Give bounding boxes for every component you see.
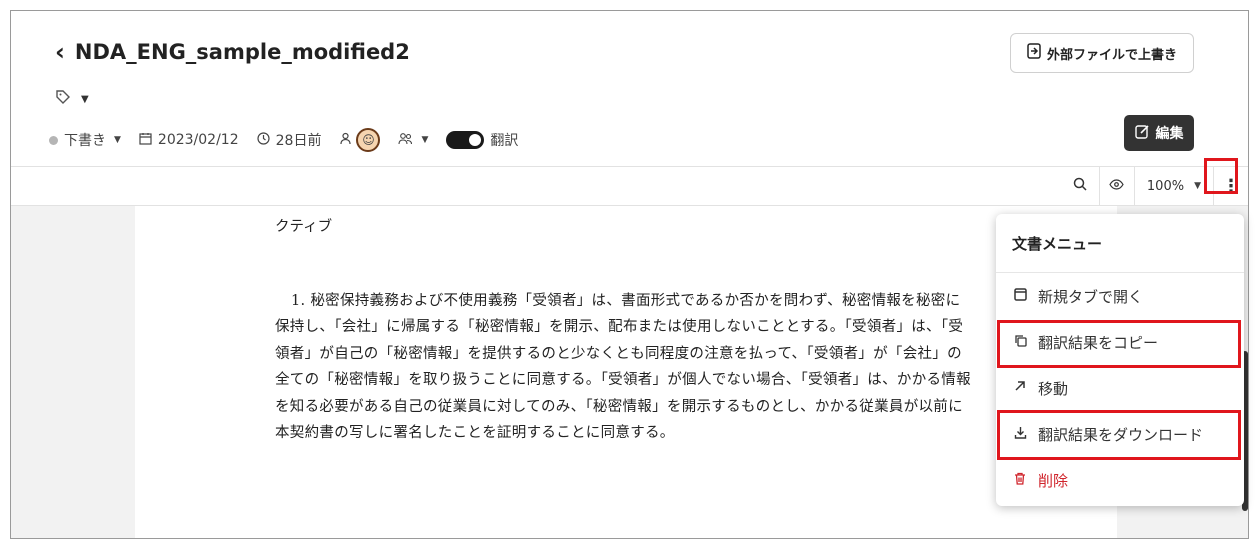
back-link[interactable]: ‹ NDA_ENG_sample_modified2 — [55, 39, 410, 65]
translate-toggle[interactable]: 翻訳 — [446, 130, 518, 150]
menu-item-open-new-tab[interactable]: 新規タブで開く — [996, 273, 1244, 319]
tag-selector[interactable]: ▼ — [55, 89, 89, 109]
owner-info[interactable]: ☺ — [339, 128, 381, 152]
clause-paragraph: 1. 秘密保持義務および不使用義務「受領者」は、書面形式であるか否かを問わず、秘… — [275, 292, 971, 442]
status-label: 下書き — [64, 133, 106, 149]
shared-users-selector[interactable]: ▼ — [398, 132, 428, 149]
status-dot-icon — [49, 135, 58, 145]
date-info: 2023/02/12 — [139, 132, 239, 149]
overwrite-label: 外部ファイルで上書き — [1046, 47, 1177, 63]
toggle-switch[interactable] — [446, 131, 485, 149]
relative-time-value: 28日前 — [275, 133, 322, 149]
clock-icon — [257, 131, 270, 149]
edit-button[interactable]: 編集 — [1124, 115, 1194, 151]
menu-item-label: 移動 — [1038, 379, 1069, 398]
file-import-icon — [1027, 43, 1041, 63]
tag-icon — [55, 89, 71, 109]
menu-item-label: 新規タブで開く — [1038, 287, 1144, 306]
new-tab-icon — [1014, 287, 1032, 305]
caret-down-icon: ▼ — [114, 135, 121, 145]
highlight-box-download-item — [997, 410, 1241, 460]
edit-label: 編集 — [1155, 126, 1184, 142]
chevron-left-icon[interactable]: ‹ — [55, 39, 65, 65]
document-header: ‹ NDA_ENG_sample_modified2 外部ファイルで上書き ▼ … — [11, 11, 1248, 167]
zoom-selector[interactable]: 100% ▼ — [1133, 167, 1213, 205]
caret-down-icon: ▼ — [421, 135, 429, 145]
avatar[interactable]: ☺ — [356, 128, 381, 152]
menu-item-move[interactable]: 移動 — [996, 365, 1244, 411]
person-icon — [339, 132, 352, 149]
trash-icon — [1014, 472, 1032, 489]
eye-icon — [1109, 178, 1125, 194]
overwrite-with-external-file-button[interactable]: 外部ファイルで上書き — [1009, 33, 1194, 73]
menu-item-label: 削除 — [1038, 471, 1069, 490]
translate-toggle-label: 翻訳 — [490, 133, 519, 149]
document-meta-row: 下書き ▼ 2023/02/12 28日前 ☺ ▼ 翻訳 — [49, 128, 536, 152]
heading-fragment: クティブ — [275, 219, 333, 235]
menu-item-delete[interactable]: 削除 — [996, 457, 1244, 503]
zoom-value: 100% — [1146, 178, 1185, 194]
viewer-toolbar: 100% ▼ ⋮ — [11, 167, 1248, 206]
document-title: NDA_ENG_sample_modified2 — [74, 40, 410, 64]
group-icon — [398, 132, 413, 149]
menu-title: 文書メニュー — [996, 214, 1244, 273]
search-icon — [1073, 177, 1087, 195]
status-selector[interactable]: 下書き ▼ — [49, 130, 121, 150]
edit-icon — [1134, 124, 1150, 143]
date-value: 2023/02/12 — [157, 132, 239, 148]
highlight-box-more-button — [1204, 158, 1238, 194]
move-arrow-icon — [1014, 380, 1032, 396]
preview-button[interactable] — [1098, 167, 1134, 205]
caret-down-icon: ▼ — [1194, 181, 1201, 191]
document-text: クティブ 1. 秘密保持義務および不使用義務「受領者」は、書面形式であるか否かを… — [275, 206, 975, 447]
relative-time-info: 28日前 — [257, 130, 322, 150]
highlight-box-copy-item — [997, 320, 1241, 368]
search-button[interactable] — [1061, 167, 1099, 205]
caret-down-icon[interactable]: ▼ — [81, 94, 89, 105]
calendar-icon — [139, 132, 152, 149]
document-page: クティブ 1. 秘密保持義務および不使用義務「受領者」は、書面形式であるか否かを… — [135, 206, 1117, 538]
